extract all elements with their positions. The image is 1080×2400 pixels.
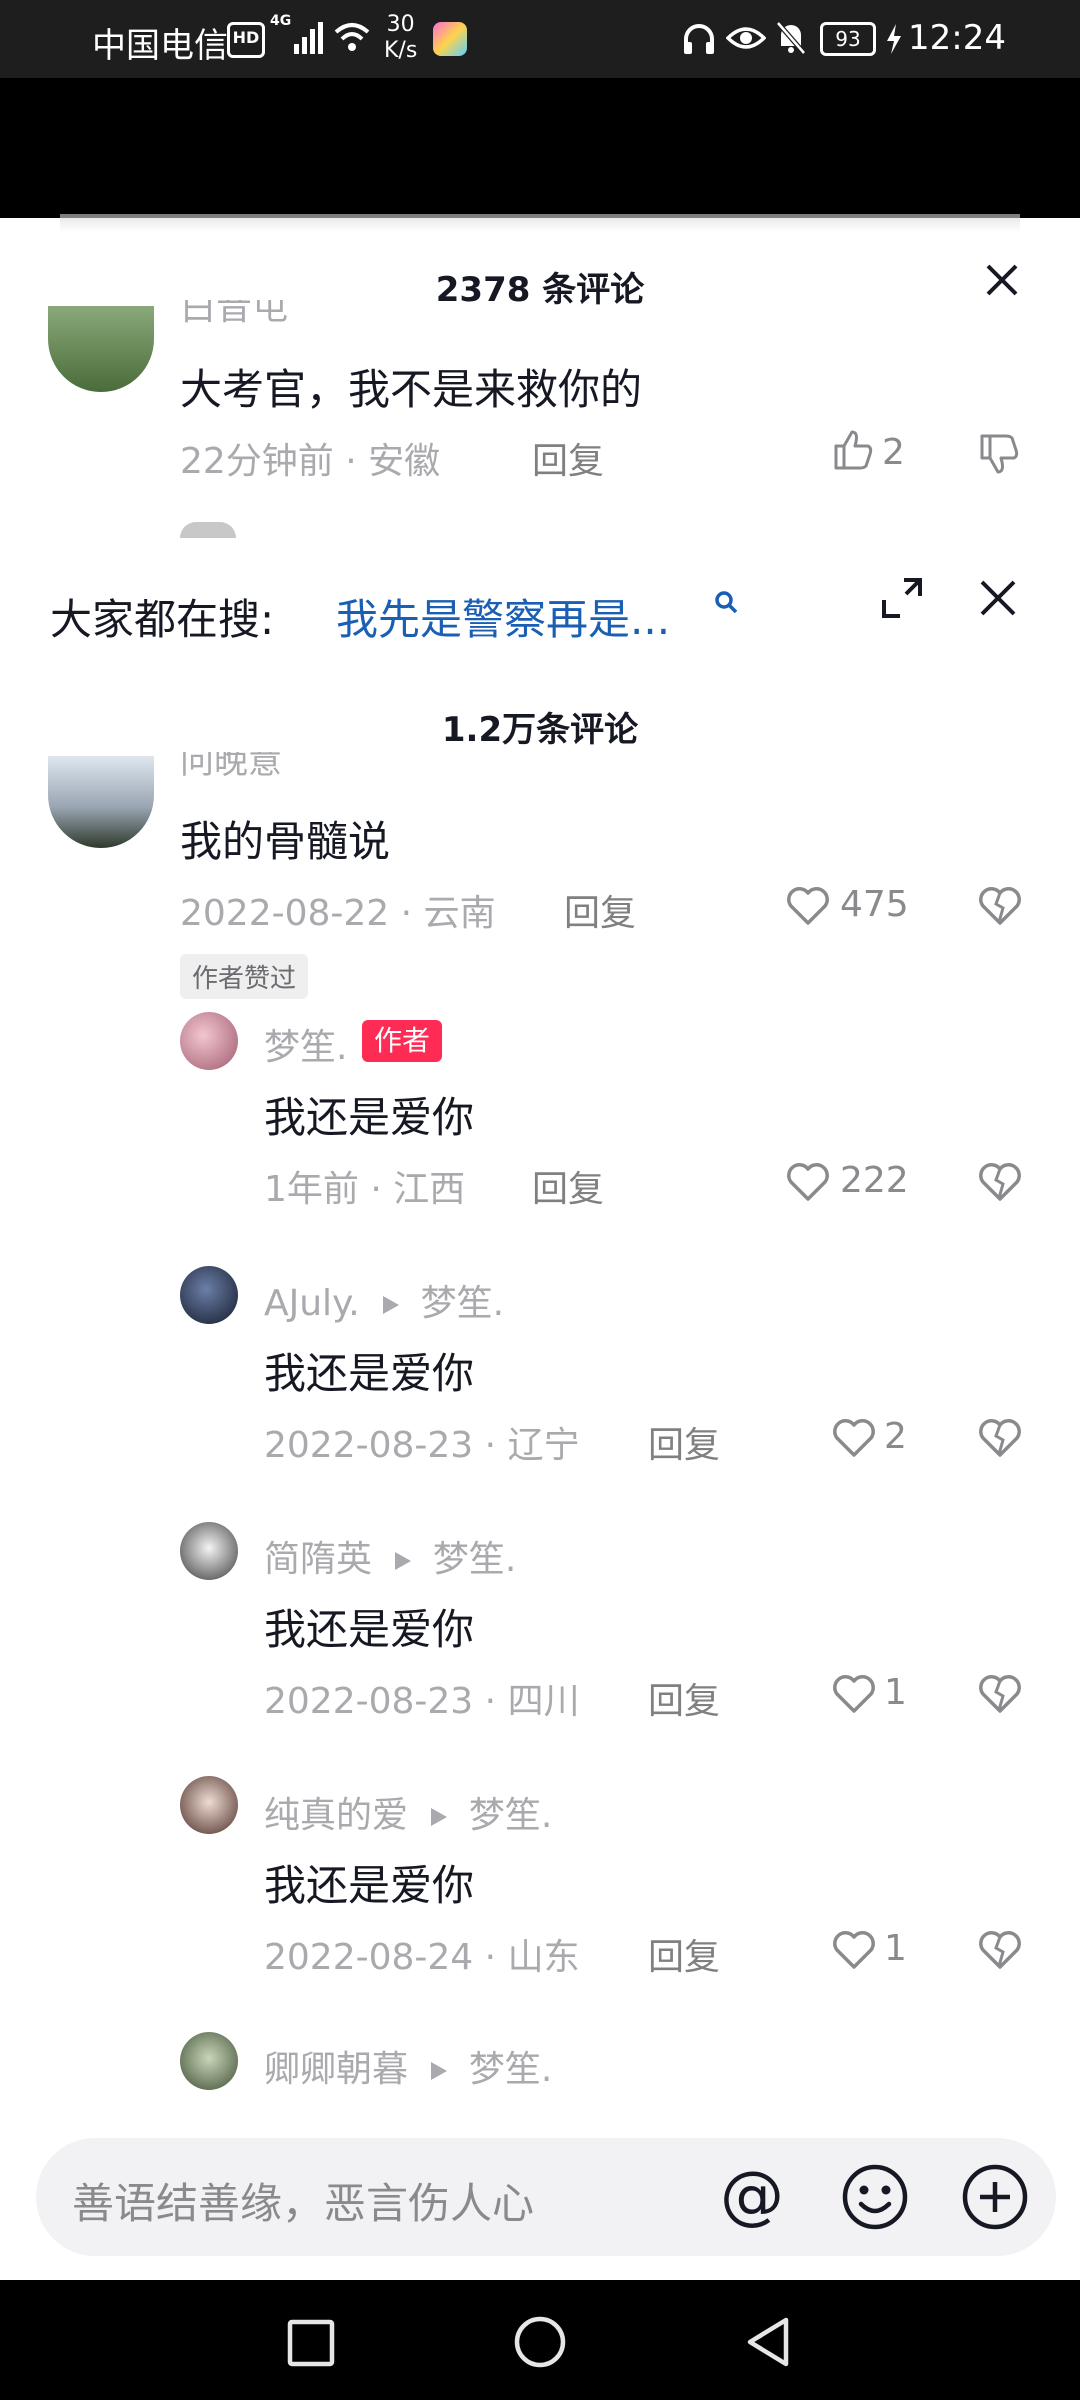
panel-edge-shadow: [60, 214, 1020, 232]
reply-to-arrow-icon: [431, 1808, 448, 1826]
avatar[interactable]: [180, 1522, 238, 1580]
author-badge: 作者: [362, 1020, 443, 1062]
thumbs-down-icon[interactable]: [978, 432, 1020, 476]
thumbs-up-icon[interactable]: [832, 428, 874, 472]
back-icon[interactable]: [742, 2314, 794, 2370]
broken-heart-icon[interactable]: [978, 886, 1022, 926]
add-icon[interactable]: [960, 2162, 1030, 2232]
reply-author-name[interactable]: 纯真的爱 梦笙.: [264, 1786, 552, 1838]
signal-icon: [294, 22, 323, 54]
reply-author-name[interactable]: 简隋英 梦笙.: [264, 1530, 516, 1582]
reply-text: 我还是爱你: [264, 1861, 475, 1910]
reply-button[interactable]: 回复: [648, 1416, 720, 1468]
reply-meta: 1年前 · 江西: [264, 1169, 466, 1210]
reply-button[interactable]: 回复: [648, 1672, 720, 1724]
mention-button[interactable]: @: [720, 2158, 784, 2234]
heart-icon[interactable]: [832, 1674, 876, 1714]
reply-author-name[interactable]: 梦笙.: [264, 1018, 347, 1070]
reply-meta: 2022-08-23 · 四川: [264, 1681, 580, 1722]
broken-heart-icon[interactable]: [978, 1162, 1022, 1202]
headphones-icon: [684, 24, 714, 54]
top-comment-count-title: 2378 条评论: [435, 270, 645, 310]
like-count: 1: [884, 1928, 907, 1969]
charging-icon: [887, 24, 901, 54]
heart-icon[interactable]: [786, 886, 830, 926]
commenter-name-partial: 问晚意: [180, 752, 282, 782]
comment-text: 我的骨髓说: [180, 817, 391, 866]
avatar[interactable]: [180, 1776, 238, 1834]
status-bar: 中国电信 HD 4G 30 K/s 93 12:24: [0, 0, 1080, 78]
avatar[interactable]: [48, 756, 154, 848]
like-count: 1: [884, 1672, 907, 1713]
reply-meta: 2022-08-23 · 辽宁: [264, 1425, 580, 1466]
app-notification-icon: [433, 22, 467, 56]
heart-icon[interactable]: [832, 1930, 876, 1970]
author-liked-badge: 作者赞过: [180, 954, 309, 999]
search-icon[interactable]: [712, 588, 740, 616]
reply-text: 我还是爱你: [264, 1093, 475, 1142]
battery-indicator: 93: [820, 22, 876, 56]
avatar[interactable]: [180, 1266, 238, 1324]
reply-button[interactable]: 回复: [532, 432, 604, 484]
search-label: 大家都在搜:: [50, 595, 275, 644]
reply-to-arrow-icon: [395, 1552, 412, 1570]
reply-button[interactable]: 回复: [564, 884, 636, 936]
wifi-icon: [334, 23, 370, 51]
reply-text: 我还是爱你: [264, 1605, 475, 1654]
broken-heart-icon[interactable]: [978, 1418, 1022, 1458]
avatar[interactable]: [180, 1012, 238, 1070]
hd-icon: HD: [227, 22, 265, 58]
search-suggestion-link[interactable]: 我先是警察再是...: [336, 586, 670, 647]
commenter-name-partial: 白昔屯: [180, 300, 289, 328]
mute-bell-icon: [776, 21, 806, 55]
network-label: 4G: [270, 13, 292, 29]
comment-meta: 22分钟前 · 安徽: [180, 441, 441, 482]
reply-to-arrow-icon: [431, 2062, 448, 2080]
reply-author-name[interactable]: AJuly. 梦笙.: [264, 1274, 504, 1326]
expand-icon[interactable]: [880, 576, 924, 620]
clock: 12:24: [908, 18, 1006, 58]
like-count: 2: [884, 1416, 907, 1457]
emoji-icon[interactable]: [840, 2162, 910, 2232]
heart-icon[interactable]: [786, 1162, 830, 1202]
comment-input-placeholder: 善语结善缘，恶言伤人心: [72, 2179, 535, 2228]
comment-count-title: 1.2万条评论: [441, 710, 639, 750]
carrier-label: 中国电信: [92, 26, 228, 66]
recents-icon[interactable]: [286, 2318, 336, 2368]
home-icon[interactable]: [512, 2314, 568, 2370]
reply-meta: 2022-08-24 · 山东: [264, 1937, 580, 1978]
broken-heart-icon[interactable]: [978, 1674, 1022, 1714]
net-speed: 30 K/s: [384, 12, 418, 63]
video-area: [0, 78, 1080, 218]
reply-to-arrow-icon: [383, 1296, 400, 1314]
comment-meta: 2022-08-22 · 云南: [180, 893, 496, 934]
comment-text: 大考官，我不是来救你的: [180, 365, 643, 414]
eye-icon: [726, 27, 766, 49]
close-icon[interactable]: [984, 262, 1020, 298]
like-count: 475: [840, 884, 909, 925]
broken-heart-icon[interactable]: [978, 1930, 1022, 1970]
avatar-partial: [180, 522, 236, 538]
close-icon[interactable]: [978, 578, 1018, 618]
reply-button[interactable]: 回复: [648, 1928, 720, 1980]
reply-author-name[interactable]: 卿卿朝暮 梦笙.: [264, 2040, 552, 2092]
like-count: 222: [840, 1160, 909, 1201]
heart-icon[interactable]: [832, 1418, 876, 1458]
like-count: 2: [882, 432, 905, 473]
reply-button[interactable]: 回复: [532, 1160, 604, 1212]
avatar[interactable]: [180, 2032, 238, 2090]
reply-text: 我还是爱你: [264, 1349, 475, 1398]
